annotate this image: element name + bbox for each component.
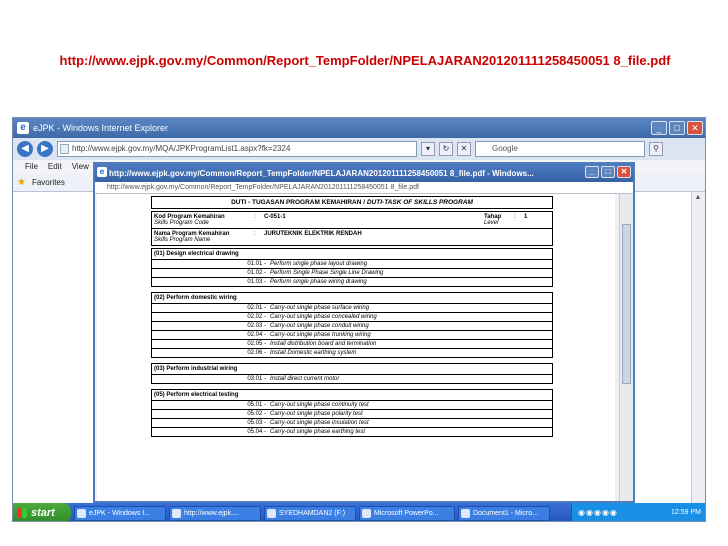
start-button[interactable]: start xyxy=(13,503,71,521)
popup-close-button[interactable]: ✕ xyxy=(617,166,631,178)
duty-section: (01) Design electrical drawing 01.01 - Pe… xyxy=(151,248,553,287)
duty-title: (01) Design electrical drawing xyxy=(154,251,239,257)
ie-address-bar: ◀ ▶ http://www.ejpk.gov.my/MQA/JPKProgra… xyxy=(13,138,705,160)
word-icon xyxy=(461,508,470,518)
duty-title: (02) Perform domestic wiring xyxy=(154,295,237,301)
search-input[interactable]: Google xyxy=(475,141,645,157)
taskbar: start eJPK - Windows I... http://www.ejp… xyxy=(13,503,705,521)
close-button[interactable]: ✕ xyxy=(687,121,703,135)
task-row: 05.01 - Carry-out single phase continuity… xyxy=(152,400,552,409)
header-english: DUTI-TASK OF SKILLS PROGRAM xyxy=(366,199,473,206)
nama-value: JURUTEKNIK ELEKTRIK RENDAH xyxy=(264,231,362,237)
menu-edit[interactable]: Edit xyxy=(48,160,62,174)
popup-title: http://www.ejpk.gov.my/Common/Report_Tem… xyxy=(109,168,534,178)
task-row: 02.02 - Carry-out single phase concealed … xyxy=(152,312,552,321)
duty-title: (05) Perform electrical testing xyxy=(154,392,239,398)
duty-section: (03) Perform industrial wiring 03.01 - In… xyxy=(151,363,553,384)
address-input[interactable]: http://www.ejpk.gov.my/MQA/JPKProgramLis… xyxy=(57,141,417,157)
task-row: 01.03 - Perform single phase wiring drawi… xyxy=(152,277,552,286)
taskbar-item[interactable]: http://www.ejpk.... xyxy=(169,505,261,521)
favorites-button[interactable]: Favorites xyxy=(32,178,65,187)
maximize-button[interactable]: □ xyxy=(669,121,685,135)
popup-scrollbar[interactable] xyxy=(619,194,633,501)
pdf-viewer: DUTI - TUGASAN PROGRAM KEMAHIRAN / DUTI-… xyxy=(97,194,615,501)
task-row: 05.04 - Carry-out single phase earthing t… xyxy=(152,427,552,436)
search-icon[interactable]: ⚲ xyxy=(649,142,663,156)
system-tray: ◉◉◉◉◉ 12:59 PM xyxy=(571,503,705,521)
program-info: Kod Program Kemahiran Skills Program Code… xyxy=(151,211,553,246)
stop-button[interactable]: ✕ xyxy=(457,142,471,156)
scroll-thumb[interactable] xyxy=(622,224,631,384)
ie-window-title: eJPK - Windows Internet Explorer xyxy=(33,123,169,133)
powerpoint-icon xyxy=(362,508,371,518)
task-row: 01.02 - Perform Single Phase Single Line … xyxy=(152,268,552,277)
screenshot: e eJPK - Windows Internet Explorer _ □ ✕… xyxy=(12,117,706,522)
header-malay: DUTI - TUGASAN PROGRAM KEMAHIRAN / xyxy=(231,199,366,206)
pdf-document: DUTI - TUGASAN PROGRAM KEMAHIRAN / DUTI-… xyxy=(151,196,553,439)
duty-section: (05) Perform electrical testing 05.01 -C… xyxy=(151,389,553,437)
clock: 12:59 PM xyxy=(671,509,701,516)
kod-value: C-051-1 xyxy=(264,214,286,220)
windows-logo-icon xyxy=(17,508,27,518)
refresh-button[interactable]: ↻ xyxy=(439,142,453,156)
tray-icons[interactable]: ◉◉◉◉◉ xyxy=(578,509,618,517)
ie-logo-icon: e xyxy=(97,167,107,177)
tahap-value: 1 xyxy=(524,214,528,220)
scroll-up-icon[interactable]: ▲ xyxy=(692,192,704,204)
taskbar-item[interactable]: SYEDHAMDAN2 (F:) xyxy=(264,505,356,521)
popup-address-bar[interactable]: http://www.ejpk.gov.my/Common/Report_Tem… xyxy=(95,182,633,194)
task-row: 02.06 - Install Domestic earthing system xyxy=(152,348,552,357)
back-button[interactable]: ◀ xyxy=(17,141,33,157)
forward-button[interactable]: ▶ xyxy=(37,141,53,157)
task-row: 05.03 - Carry-out single phase insulation… xyxy=(152,418,552,427)
popup-minimize-button[interactable]: _ xyxy=(585,166,599,178)
popup-maximize-button[interactable]: □ xyxy=(601,166,615,178)
taskbar-item[interactable]: Document1 - Micro... xyxy=(458,505,550,521)
folder-icon xyxy=(267,508,276,518)
ie-logo-icon xyxy=(172,508,181,518)
document-header: DUTI - TUGASAN PROGRAM KEMAHIRAN / DUTI-… xyxy=(151,196,553,209)
task-row: 02.05 - Install distribution board and te… xyxy=(152,339,552,348)
task-row: 02.04 - Carry-out single phase trunking w… xyxy=(152,330,552,339)
menu-file[interactable]: File xyxy=(25,160,38,174)
ie-scrollbar[interactable]: ▲ xyxy=(691,192,705,503)
task-row: 01.01 - Perform single phase layout drawi… xyxy=(152,259,552,268)
kod-label: Kod Program Kemahiran Skills Program Code xyxy=(154,214,225,226)
slide-title: http://www.ejpk.gov.my/Common/Report_Tem… xyxy=(59,53,671,68)
colon: : xyxy=(514,214,516,220)
ie-titlebar: e eJPK - Windows Internet Explorer _ □ ✕ xyxy=(13,118,705,138)
tahap-label: Tahap Level xyxy=(484,214,502,226)
pdf-popup-window: e http://www.ejpk.gov.my/Common/Report_T… xyxy=(93,162,635,503)
star-icon: ★ xyxy=(17,177,26,188)
task-row: 05.02 - Carry-out single phase polarity t… xyxy=(152,409,552,418)
ie-logo-icon: e xyxy=(17,122,29,134)
ie-logo-icon xyxy=(77,508,86,518)
popup-address-text: http://www.ejpk.gov.my/Common/Report_Tem… xyxy=(107,184,419,191)
go-dropdown-button[interactable]: ▾ xyxy=(421,142,435,156)
address-text: http://www.ejpk.gov.my/MQA/JPKProgramLis… xyxy=(72,144,291,153)
taskbar-item[interactable]: eJPK - Windows I... xyxy=(74,505,166,521)
colon: : xyxy=(254,231,256,237)
duty-title: (03) Perform industrial wiring xyxy=(154,366,238,372)
start-label: start xyxy=(31,507,55,519)
task-row: 03.01 - Install direct current motor xyxy=(152,374,552,383)
task-row: 02.03 - Carry-out single phase conduit wi… xyxy=(152,321,552,330)
search-placeholder: Google xyxy=(492,144,518,153)
minimize-button[interactable]: _ xyxy=(651,121,667,135)
taskbar-item[interactable]: Microsoft PowerPo... xyxy=(359,505,455,521)
colon: : xyxy=(254,214,256,220)
duty-section: (02) Perform domestic wiring 02.01 - Carr… xyxy=(151,292,553,358)
nama-label: Nama Program Kemahiran Skills Program Nam… xyxy=(154,231,230,243)
popup-titlebar: e http://www.ejpk.gov.my/Common/Report_T… xyxy=(95,164,633,182)
menu-view[interactable]: View xyxy=(72,160,89,174)
task-row: 02.01 - Carry-out single phase surface wi… xyxy=(152,303,552,312)
page-icon xyxy=(60,144,69,154)
